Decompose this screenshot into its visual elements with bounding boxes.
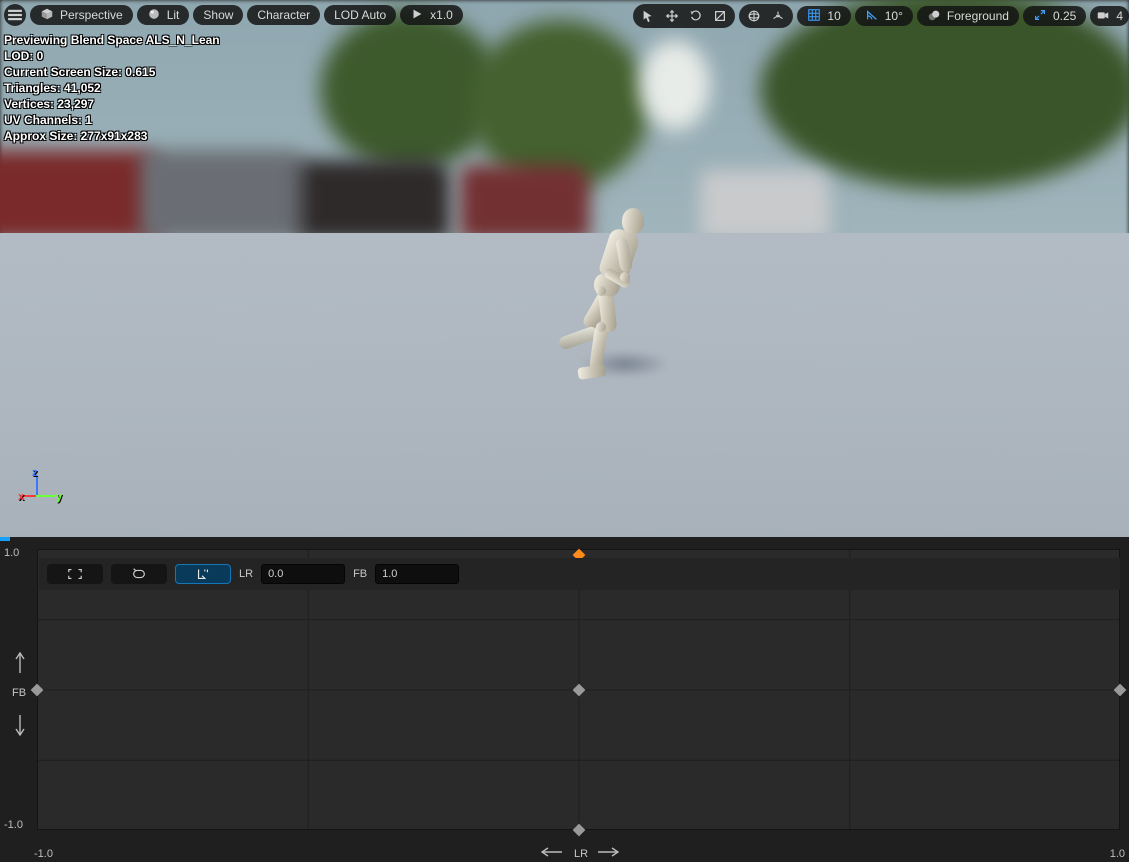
expand-icon bbox=[1033, 8, 1047, 25]
lit-dropdown[interactable]: Lit bbox=[137, 5, 190, 25]
character-dropdown[interactable]: Character bbox=[247, 5, 320, 25]
camera-icon bbox=[1096, 8, 1110, 25]
lod-label: LOD Auto bbox=[334, 8, 386, 22]
snapping-group bbox=[739, 4, 793, 28]
stat-line: Current Screen Size: 0.615 bbox=[4, 64, 220, 80]
stat-line: Approx Size: 277x91x283 bbox=[4, 128, 220, 144]
viewport-floor bbox=[0, 233, 1129, 537]
lod-dropdown[interactable]: LOD Auto bbox=[324, 5, 396, 25]
bg-highlight bbox=[640, 40, 710, 130]
y-axis-max: 1.0 bbox=[4, 547, 19, 559]
world-local-toggle[interactable] bbox=[743, 6, 765, 26]
character-label: Character bbox=[257, 8, 310, 22]
grid-icon bbox=[807, 8, 821, 25]
play-icon bbox=[410, 7, 424, 24]
angle-snap-button[interactable]: 10° bbox=[855, 6, 913, 26]
foreground-icon bbox=[927, 8, 941, 25]
x-axis-min: -1.0 bbox=[34, 848, 53, 860]
show-label: Show bbox=[203, 8, 233, 22]
rotate-tool-button[interactable] bbox=[685, 6, 707, 26]
x-axis-label: LR bbox=[574, 848, 588, 860]
viewport-toolbar-right: 10 10° Foreground 0.25 4 bbox=[633, 4, 1129, 28]
surface-snap-button[interactable] bbox=[767, 6, 789, 26]
bg-car bbox=[0, 150, 160, 240]
axis-z-label: z bbox=[32, 467, 38, 479]
playback-speed-button[interactable]: x1.0 bbox=[400, 5, 463, 25]
bg-car bbox=[700, 170, 830, 240]
viewport-stats: Previewing Blend Space ALS_N_Lean LOD: 0… bbox=[4, 32, 220, 144]
camera-speed-value: 4 bbox=[1116, 9, 1123, 23]
loop-button[interactable] bbox=[111, 564, 167, 584]
stat-line: Previewing Blend Space ALS_N_Lean bbox=[4, 32, 220, 48]
camera-speed-button[interactable]: 4 bbox=[1090, 6, 1129, 26]
angle-snap-value: 10° bbox=[885, 9, 903, 23]
bg-car bbox=[300, 160, 450, 240]
scale-snap-button[interactable]: Foreground bbox=[917, 6, 1019, 26]
viewport-menu-button[interactable] bbox=[4, 4, 26, 26]
timeline-progress bbox=[0, 537, 10, 541]
transform-tool-group bbox=[633, 4, 735, 28]
stat-line: Vertices: 23,297 bbox=[4, 96, 220, 112]
camera-snap-button[interactable]: 0.25 bbox=[1023, 6, 1086, 26]
playback-speed-label: x1.0 bbox=[430, 8, 453, 22]
preview-mode-button[interactable] bbox=[175, 564, 231, 584]
lit-label: Lit bbox=[167, 8, 180, 22]
lr-input-label: LR bbox=[239, 568, 253, 580]
y-axis-min: -1.0 bbox=[4, 819, 23, 831]
x-axis-max: 1.0 bbox=[1110, 848, 1125, 860]
fb-input[interactable]: 1.0 bbox=[375, 564, 459, 584]
stat-line: UV Channels: 1 bbox=[4, 112, 220, 128]
show-dropdown[interactable]: Show bbox=[193, 5, 243, 25]
scale-tool-button[interactable] bbox=[709, 6, 731, 26]
move-tool-button[interactable] bbox=[661, 6, 683, 26]
stat-line: Triangles: 41,052 bbox=[4, 80, 220, 96]
perspective-dropdown[interactable]: Perspective bbox=[30, 5, 133, 25]
stat-line: LOD: 0 bbox=[4, 48, 220, 64]
scale-snap-label: Foreground bbox=[947, 9, 1009, 23]
blendspace-toolbar: LR 0.0 FB 1.0 bbox=[39, 558, 1120, 590]
sphere-icon bbox=[147, 7, 161, 24]
cube-icon bbox=[40, 7, 54, 24]
blendspace-panel: 1.0 -1.0 FB -1.0 1.0 LR LR 0.0 FB 1.0 bbox=[0, 537, 1129, 862]
y-axis-label: FB bbox=[12, 687, 26, 699]
blendspace-grid[interactable] bbox=[37, 549, 1120, 830]
camera-snap-value: 0.25 bbox=[1053, 9, 1076, 23]
fit-button[interactable] bbox=[47, 564, 103, 584]
perspective-label: Perspective bbox=[60, 8, 123, 22]
axis-gizmo: z x y bbox=[24, 473, 64, 513]
preview-character bbox=[570, 208, 660, 398]
axis-x-label: x bbox=[18, 491, 24, 503]
axis-y-label: y bbox=[56, 491, 62, 503]
fb-input-label: FB bbox=[353, 568, 367, 580]
lr-input[interactable]: 0.0 bbox=[261, 564, 345, 584]
viewport-toolbar-left: Perspective Lit Show Character LOD Auto … bbox=[4, 4, 463, 26]
select-tool-button[interactable] bbox=[637, 6, 659, 26]
viewport-3d[interactable]: Previewing Blend Space ALS_N_Lean LOD: 0… bbox=[0, 0, 1129, 537]
bg-car bbox=[140, 150, 310, 240]
grid-snap-value: 10 bbox=[827, 9, 840, 23]
angle-icon bbox=[865, 8, 879, 25]
grid-snap-button[interactable]: 10 bbox=[797, 6, 850, 26]
